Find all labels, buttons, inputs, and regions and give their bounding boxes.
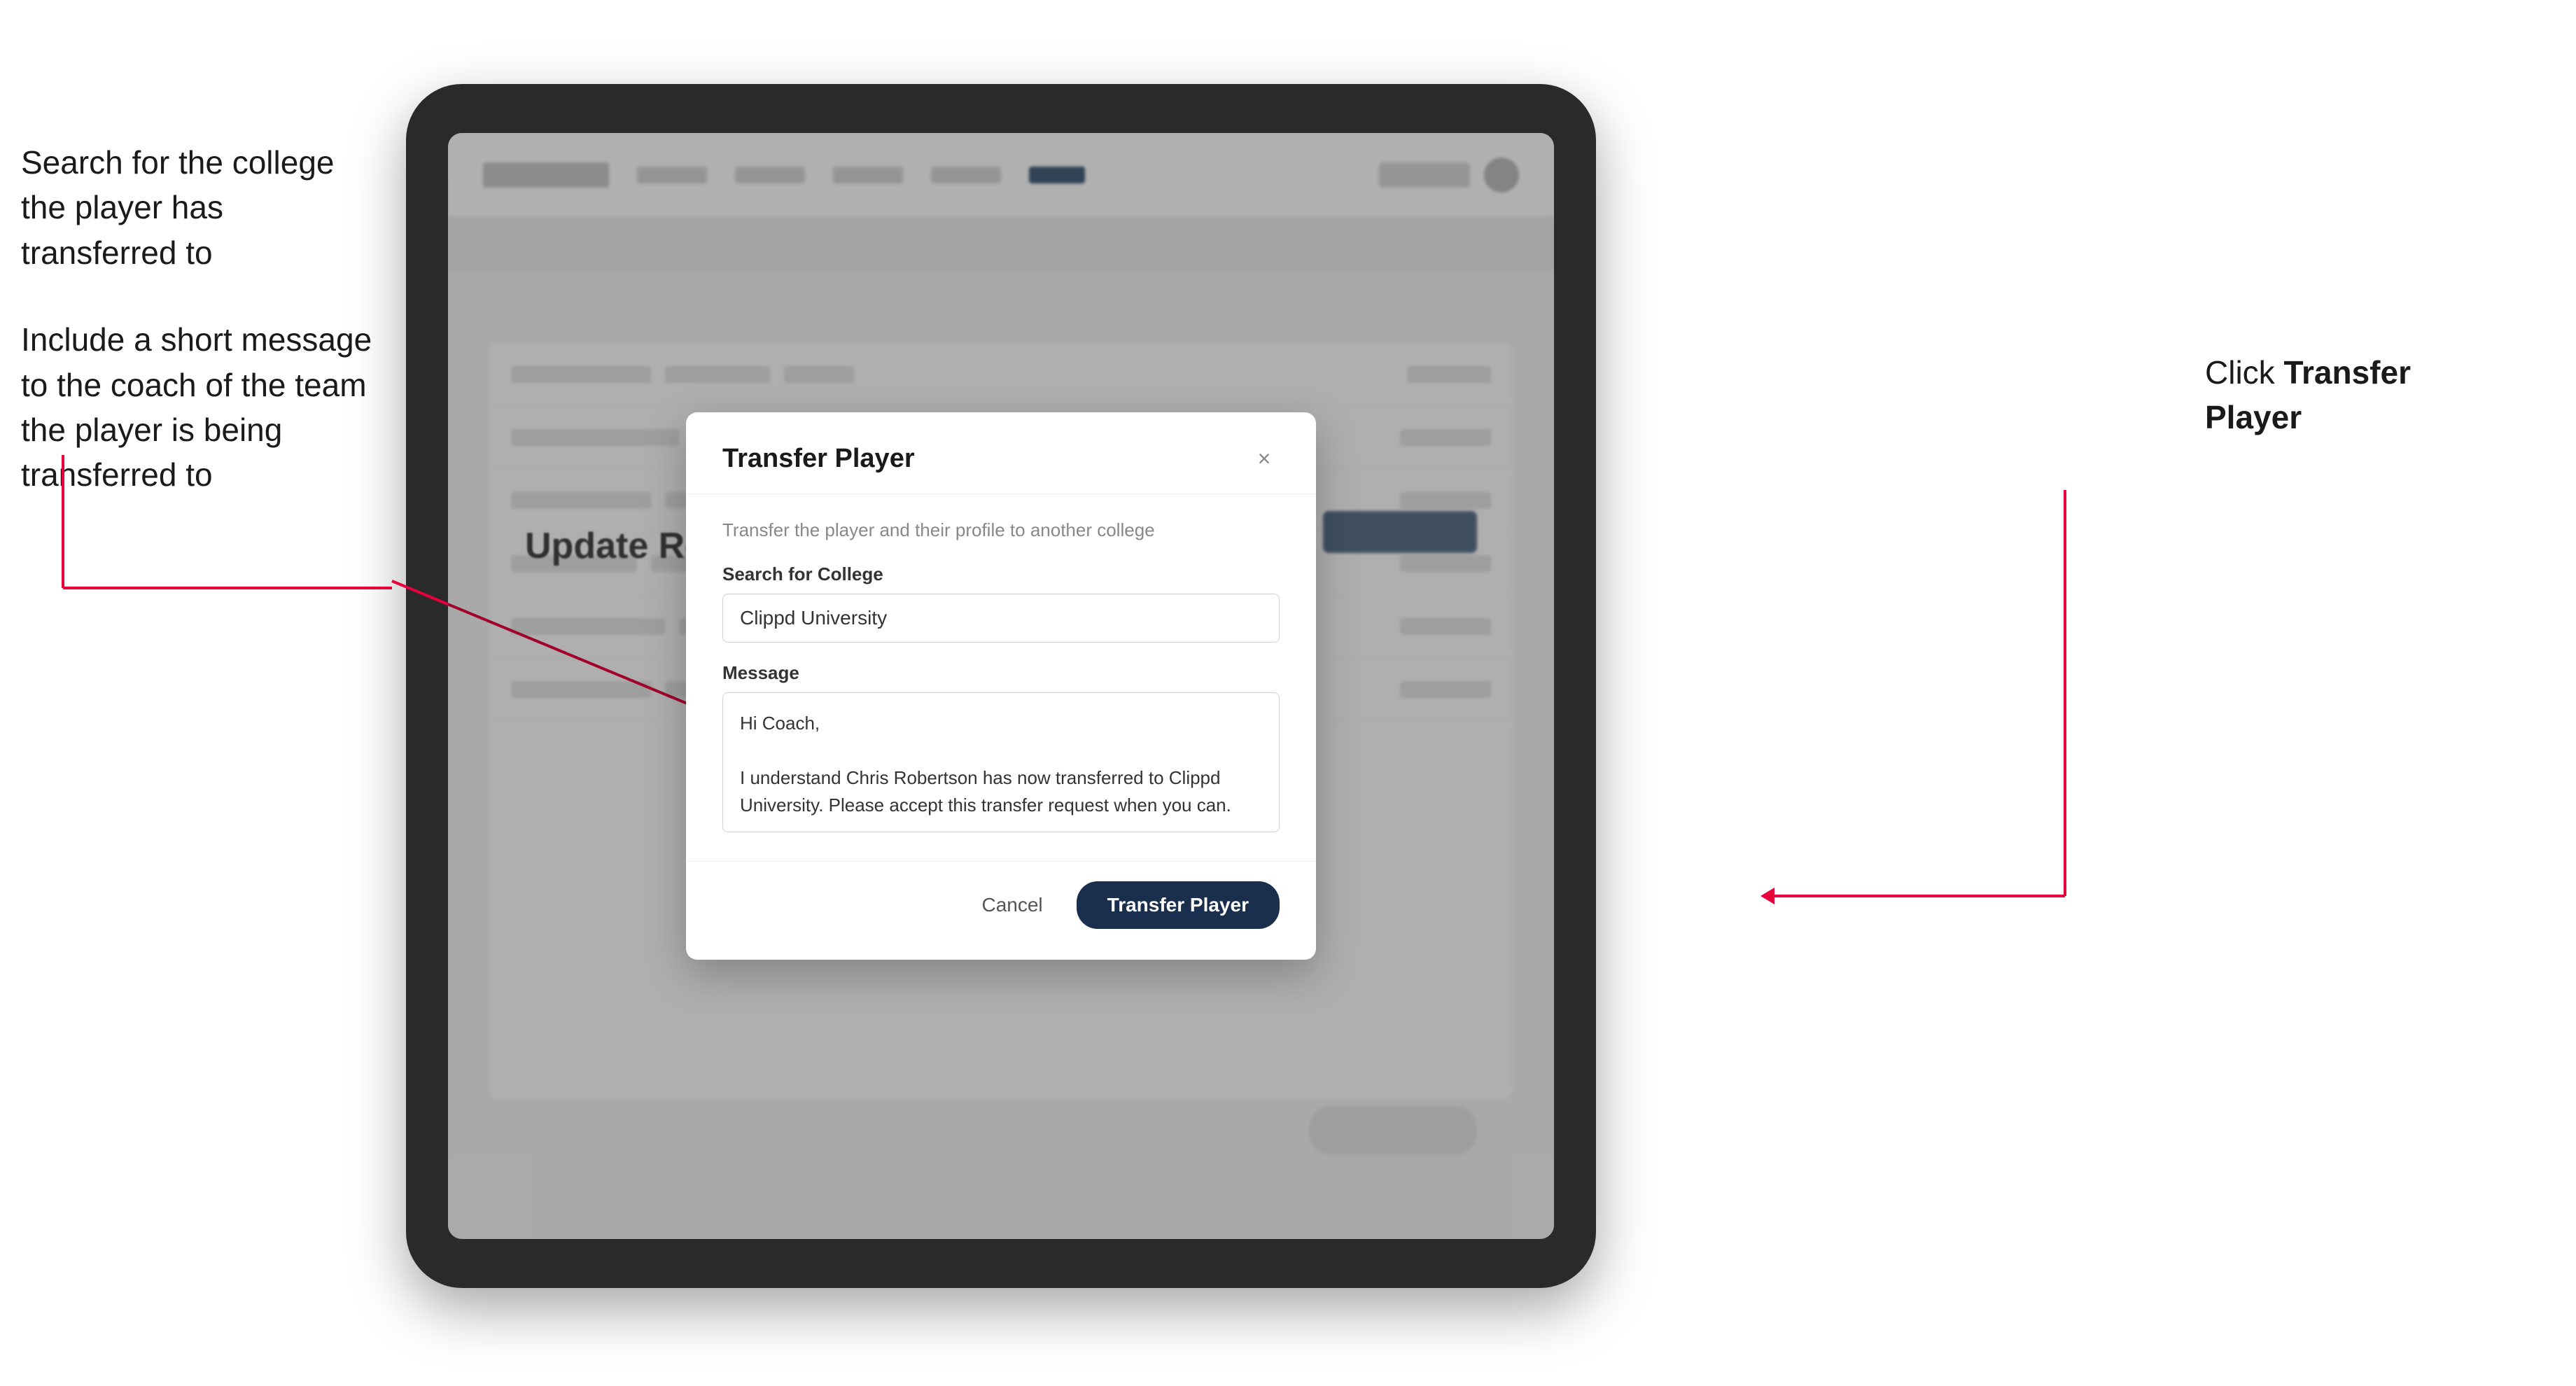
ipad-screen: Update Roster Transfer Player × Transfer…: [448, 133, 1554, 1239]
right-annotation: Click Transfer Player: [2205, 350, 2485, 482]
left-annotations: Search for the college the player has tr…: [21, 140, 385, 540]
modal-body: Transfer the player and their profile to…: [686, 494, 1316, 861]
modal-overlay: Transfer Player × Transfer the player an…: [448, 133, 1554, 1239]
transfer-player-modal: Transfer Player × Transfer the player an…: [686, 412, 1316, 960]
ipad-device: Update Roster Transfer Player × Transfer…: [406, 84, 1596, 1288]
annotation-message-text: Include a short message to the coach of …: [21, 317, 385, 498]
search-college-label: Search for College: [722, 564, 1280, 585]
modal-header: Transfer Player ×: [686, 412, 1316, 494]
annotation-click-text: Click Transfer Player: [2205, 350, 2485, 440]
message-textarea[interactable]: [722, 692, 1280, 832]
modal-footer: Cancel Transfer Player: [686, 861, 1316, 960]
modal-subtitle: Transfer the player and their profile to…: [722, 519, 1280, 541]
modal-title: Transfer Player: [722, 444, 915, 474]
message-label: Message: [722, 662, 1280, 684]
transfer-player-button[interactable]: Transfer Player: [1077, 881, 1280, 929]
modal-close-button[interactable]: ×: [1249, 443, 1280, 474]
search-college-input[interactable]: [722, 594, 1280, 643]
cancel-button[interactable]: Cancel: [965, 883, 1059, 927]
annotation-search-text: Search for the college the player has tr…: [21, 140, 385, 275]
